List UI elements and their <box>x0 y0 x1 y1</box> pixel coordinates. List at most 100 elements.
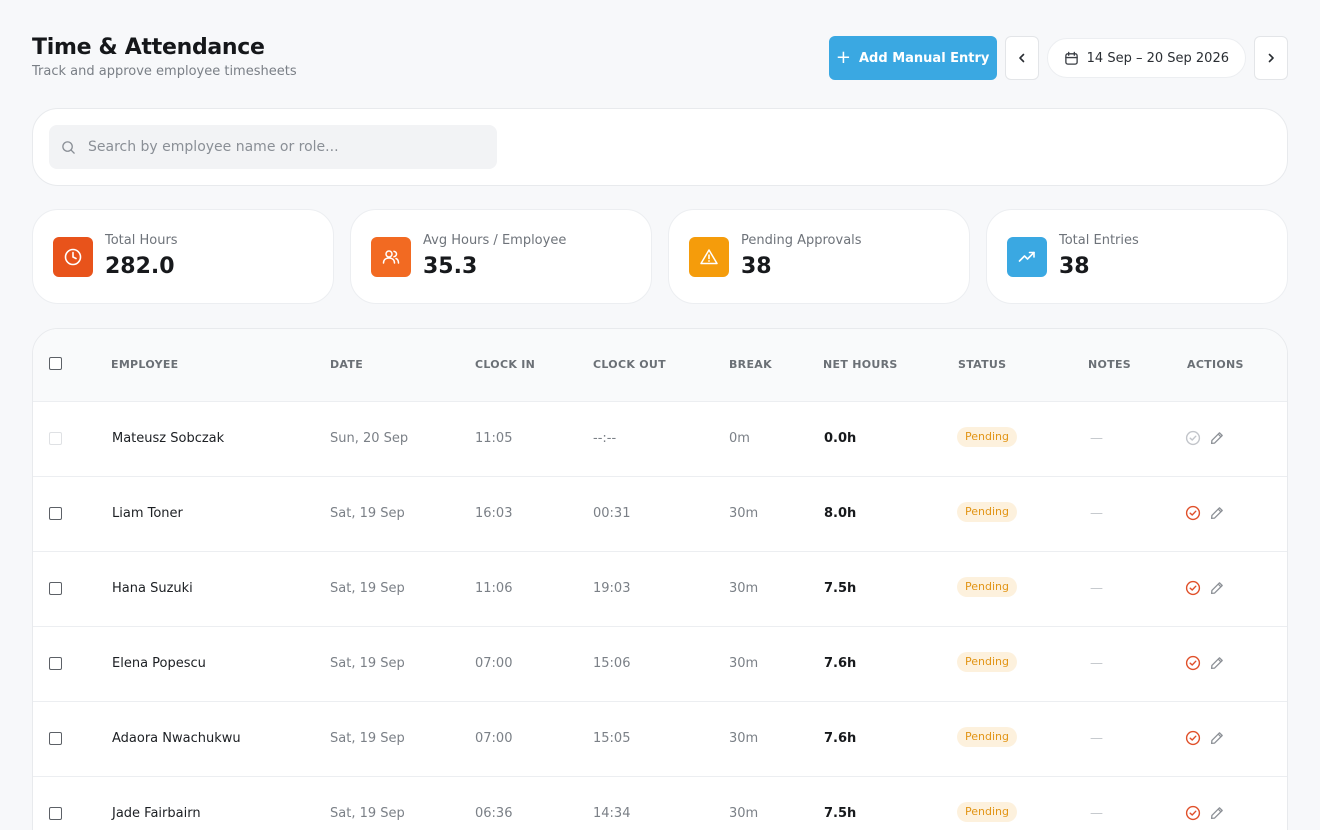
date-range-picker[interactable]: 14 Sep – 20 Sep 2026 <box>1046 38 1246 78</box>
table-row[interactable]: Liam Toner Sat, 19 Sep 16:03 00:31 30m 8.0h — P… <box>33 477 1287 552</box>
row-checkbox[interactable] <box>49 807 62 820</box>
entry-date: Sun, 20 Sep <box>330 431 409 446</box>
row-actions <box>1185 655 1225 671</box>
check-circle-icon <box>1185 580 1201 596</box>
employee-name: Liam Toner <box>112 506 183 521</box>
notes-text: — <box>1090 731 1103 746</box>
header-actions: + Add Manual Entry 14 Sep – 20 Sep 2026 <box>828 36 1288 80</box>
employee-name: Hana Suzuki <box>112 581 193 596</box>
pencil-icon <box>1210 732 1223 745</box>
previous-week-button[interactable] <box>1004 36 1039 80</box>
clock-in-time: 11:06 <box>475 581 513 596</box>
stat-card-avg-hours: Avg Hours / Employee 35.3 <box>350 209 652 304</box>
table-row[interactable]: Jade Fairbairn Sat, 19 Sep 06:36 14:34 30m 7.… <box>33 777 1287 830</box>
approve-button[interactable] <box>1185 505 1201 521</box>
edit-button[interactable] <box>1209 580 1225 596</box>
clock-out-time: --:-- <box>593 431 617 446</box>
add-manual-entry-button[interactable]: + Add Manual Entry <box>828 36 997 80</box>
column-header-clock-in[interactable]: CLOCK IN <box>475 358 535 371</box>
status-badge: Pending <box>957 427 1017 447</box>
employee-name: Elena Popescu <box>112 656 206 671</box>
column-header-actions: ACTIONS <box>1187 358 1244 371</box>
approve-button[interactable] <box>1185 805 1201 821</box>
notes-text: — <box>1090 806 1103 821</box>
pencil-icon <box>1210 432 1223 445</box>
row-actions <box>1185 805 1225 821</box>
break-duration: 30m <box>729 806 759 821</box>
clock-out-time: 15:05 <box>593 731 631 746</box>
table-body: Mateusz Sobczak Sun, 20 Sep 11:05 --:-- 0m 0.… <box>33 402 1287 830</box>
column-header-date[interactable]: DATE <box>330 358 363 371</box>
column-header-break[interactable]: BREAK <box>729 358 772 371</box>
net-hours: 7.5h <box>824 806 857 821</box>
column-header-clock-out[interactable]: CLOCK OUT <box>593 358 666 371</box>
stat-label: Avg Hours / Employee <box>423 233 567 248</box>
next-week-button[interactable] <box>1254 36 1288 80</box>
row-checkbox[interactable] <box>49 657 62 670</box>
clock-out-time: 15:06 <box>593 656 631 671</box>
stat-value: 282.0 <box>105 254 175 279</box>
table-row[interactable]: Adaora Nwachukwu Sat, 19 Sep 07:00 15:05 30m… <box>33 702 1287 777</box>
entry-date: Sat, 19 Sep <box>330 656 405 671</box>
edit-button[interactable] <box>1209 805 1225 821</box>
clock-in-time: 11:05 <box>475 431 513 446</box>
chevron-right-icon <box>1268 53 1274 63</box>
row-actions <box>1185 505 1225 521</box>
stat-value: 38 <box>741 254 772 279</box>
notes-text: — <box>1090 431 1103 446</box>
clock-in-time: 07:00 <box>475 731 513 746</box>
select-all-checkbox[interactable] <box>49 357 62 370</box>
break-duration: 30m <box>729 581 759 596</box>
column-header-employee[interactable]: EMPLOYEE <box>111 358 179 371</box>
approve-button[interactable] <box>1185 655 1201 671</box>
stat-value: 35.3 <box>423 254 478 279</box>
stat-label: Total Entries <box>1059 233 1139 248</box>
pencil-icon <box>1210 582 1223 595</box>
approve-button <box>1185 430 1201 446</box>
net-hours: 7.6h <box>824 656 857 671</box>
row-checkbox <box>49 432 62 445</box>
row-checkbox[interactable] <box>49 582 62 595</box>
plus-icon: + <box>835 47 851 68</box>
search-icon <box>62 140 75 154</box>
clock-icon <box>64 248 82 266</box>
table-row[interactable]: Elena Popescu Sat, 19 Sep 07:00 15:06 30m 7.6… <box>33 627 1287 702</box>
status-badge: Pending <box>957 502 1017 522</box>
edit-button[interactable] <box>1209 730 1225 746</box>
edit-button[interactable] <box>1209 430 1225 446</box>
row-actions <box>1185 430 1225 446</box>
search-input[interactable] <box>88 139 468 155</box>
net-hours: 8.0h <box>824 506 857 521</box>
status-badge: Pending <box>957 577 1017 597</box>
column-header-status[interactable]: STATUS <box>958 358 1006 371</box>
stat-icon-box <box>1007 237 1047 277</box>
clock-in-time: 07:00 <box>475 656 513 671</box>
edit-button[interactable] <box>1209 505 1225 521</box>
break-duration: 30m <box>729 656 759 671</box>
column-header-net-hours[interactable]: NET HOURS <box>823 358 898 371</box>
search-box <box>49 125 497 169</box>
edit-button[interactable] <box>1209 655 1225 671</box>
clock-out-time: 19:03 <box>593 581 631 596</box>
net-hours: 7.6h <box>824 731 857 746</box>
employee-name: Jade Fairbairn <box>112 806 201 821</box>
row-actions <box>1185 730 1225 746</box>
check-circle-icon <box>1185 730 1201 746</box>
table-row[interactable]: Hana Suzuki Sat, 19 Sep 11:06 19:03 30m 7.5h —… <box>33 552 1287 627</box>
check-circle-icon <box>1185 655 1201 671</box>
add-manual-entry-label: Add Manual Entry <box>859 50 990 66</box>
table-header: EMPLOYEE DATE CLOCK IN CLOCK OUT BREAK N… <box>33 329 1287 402</box>
row-checkbox[interactable] <box>49 507 62 520</box>
stat-value: 38 <box>1059 254 1090 279</box>
chevron-left-icon <box>1018 53 1024 63</box>
pencil-icon <box>1210 807 1223 820</box>
approve-button[interactable] <box>1185 730 1201 746</box>
notes-text: — <box>1090 656 1103 671</box>
row-checkbox[interactable] <box>49 732 62 745</box>
table-row[interactable]: Mateusz Sobczak Sun, 20 Sep 11:05 --:-- 0m 0.… <box>33 402 1287 477</box>
approve-button[interactable] <box>1185 580 1201 596</box>
stat-icon-box <box>689 237 729 277</box>
notes-text: — <box>1090 506 1103 521</box>
entry-date: Sat, 19 Sep <box>330 731 405 746</box>
clock-out-time: 14:34 <box>593 806 631 821</box>
